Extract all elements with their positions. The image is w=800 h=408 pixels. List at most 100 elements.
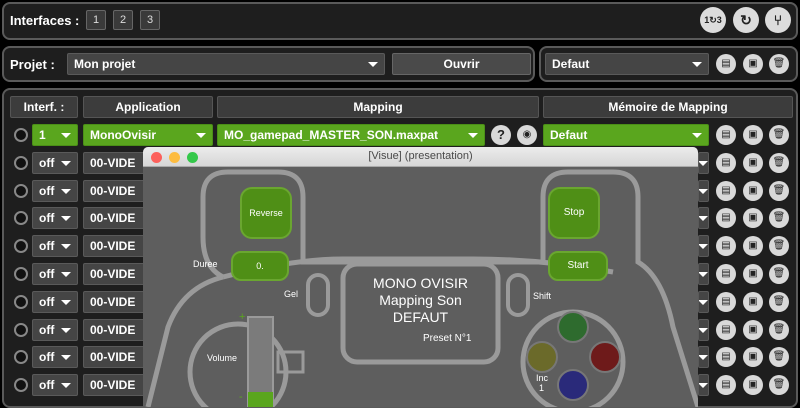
stop-button[interactable]: Stop bbox=[548, 187, 600, 239]
save-as-icon[interactable]: ▤ bbox=[716, 180, 736, 201]
memoire-select[interactable] bbox=[698, 207, 709, 230]
green-face-button[interactable] bbox=[557, 311, 589, 343]
trash-icon[interactable]: 🗑 bbox=[769, 264, 789, 284]
memoire-select[interactable] bbox=[698, 374, 709, 397]
chevron-down-icon bbox=[196, 133, 206, 138]
interf-select[interactable]: off bbox=[32, 207, 78, 230]
memoire-select[interactable] bbox=[698, 235, 709, 258]
gel-label: Gel bbox=[284, 289, 299, 299]
interface-2-button[interactable]: 2 bbox=[113, 10, 133, 30]
save-as-icon[interactable]: ▤ bbox=[716, 54, 736, 74]
row-radio[interactable] bbox=[14, 267, 28, 281]
interf-select[interactable]: off bbox=[32, 151, 78, 174]
memoire-select-value: Defaut bbox=[550, 128, 588, 142]
row-radio[interactable] bbox=[14, 322, 28, 337]
memoire-select[interactable] bbox=[698, 318, 709, 341]
save-icon[interactable]: ▣ bbox=[743, 319, 763, 340]
interf-select-value: off bbox=[39, 294, 55, 309]
blue-face-button[interactable] bbox=[557, 369, 589, 401]
interf-select-value: off bbox=[39, 267, 55, 281]
start-button[interactable]: Start bbox=[548, 251, 608, 281]
interfaces-label: Interfaces : bbox=[10, 13, 80, 28]
interf-select[interactable]: off bbox=[32, 235, 78, 258]
application-select-value: 00-VIDE bbox=[90, 183, 136, 198]
display-text-line1: MONO OVISIR bbox=[373, 275, 468, 291]
window-title: [Visue] (presentation) bbox=[368, 150, 473, 162]
window-titlebar: [Visue] (presentation) bbox=[143, 147, 698, 167]
interf-select-value: off bbox=[39, 183, 55, 198]
ouvrir-button[interactable]: Ouvrir bbox=[392, 53, 531, 75]
mapping-select[interactable]: MO_gamepad_MASTER_SON.maxpat bbox=[217, 124, 485, 146]
memoire-select[interactable] bbox=[698, 290, 709, 313]
eye-icon[interactable]: ◉ bbox=[517, 125, 537, 145]
reverse-button[interactable]: Reverse bbox=[240, 187, 292, 239]
duree-number-box[interactable]: 0. bbox=[231, 251, 289, 281]
application-select[interactable]: MonoOvisir bbox=[83, 124, 213, 146]
save-as-icon[interactable]: ▤ bbox=[716, 152, 736, 173]
interf-select-value: 1 bbox=[39, 128, 46, 142]
memoire-select[interactable] bbox=[698, 346, 709, 369]
refresh-icon[interactable]: ↻ bbox=[733, 7, 759, 33]
projet-select[interactable]: Mon projet bbox=[67, 53, 385, 75]
row-radio[interactable] bbox=[14, 128, 28, 142]
interface-1-button[interactable]: 1 bbox=[86, 10, 106, 30]
save-icon[interactable]: ▣ bbox=[743, 291, 763, 312]
row-radio[interactable] bbox=[14, 294, 28, 309]
trash-icon[interactable]: 🗑 bbox=[769, 319, 789, 340]
interf-select[interactable]: off bbox=[32, 374, 78, 397]
save-as-icon[interactable]: ▤ bbox=[716, 264, 736, 284]
interf-select[interactable]: off bbox=[32, 179, 78, 202]
save-icon[interactable]: ▣ bbox=[743, 54, 763, 74]
header-interf: Interf. : bbox=[10, 96, 78, 118]
fork-icon[interactable]: ⑂ bbox=[765, 7, 791, 33]
refresh-numbers-icon[interactable]: 1↻3 bbox=[700, 7, 726, 33]
chevron-down-icon bbox=[61, 244, 71, 250]
chevron-down-icon bbox=[699, 244, 708, 250]
chevron-down-icon bbox=[61, 327, 71, 333]
save-icon[interactable]: ▣ bbox=[743, 180, 763, 201]
duree-label: Duree bbox=[193, 259, 218, 269]
save-icon[interactable]: ▣ bbox=[743, 264, 763, 284]
trash-icon[interactable]: 🗑 bbox=[769, 125, 789, 145]
interf-select[interactable]: off bbox=[32, 346, 78, 369]
trash-icon[interactable]: 🗑 bbox=[769, 152, 789, 173]
trash-icon[interactable]: 🗑 bbox=[769, 54, 789, 74]
preset-select[interactable]: Defaut bbox=[545, 53, 709, 75]
application-select-value: 00-VIDE bbox=[90, 239, 136, 254]
chevron-down-icon bbox=[468, 133, 478, 138]
red-face-button[interactable] bbox=[589, 341, 621, 373]
interf-select[interactable]: 1 bbox=[32, 124, 78, 146]
chevron-down-icon bbox=[61, 355, 71, 361]
yellow-face-button[interactable] bbox=[526, 341, 558, 373]
application-select-value: 00-VIDE bbox=[90, 155, 136, 170]
chevron-down-icon bbox=[61, 383, 71, 389]
memoire-select[interactable] bbox=[698, 263, 709, 285]
interface-3-button[interactable]: 3 bbox=[140, 10, 160, 30]
save-as-icon[interactable]: ▤ bbox=[716, 319, 736, 340]
row-radio[interactable] bbox=[14, 155, 28, 170]
memoire-select[interactable]: Defaut bbox=[543, 124, 709, 146]
interf-select[interactable]: off bbox=[32, 318, 78, 341]
chevron-down-icon bbox=[699, 355, 708, 361]
save-icon[interactable]: ▣ bbox=[743, 152, 763, 173]
chevron-down-icon bbox=[692, 62, 702, 67]
trash-icon[interactable]: 🗑 bbox=[769, 291, 789, 312]
memoire-select[interactable] bbox=[698, 151, 709, 174]
save-icon[interactable]: ▣ bbox=[743, 125, 763, 145]
memoire-select[interactable] bbox=[698, 179, 709, 202]
save-as-icon[interactable]: ▤ bbox=[716, 125, 736, 145]
row-radio[interactable] bbox=[14, 183, 28, 198]
chevron-down-icon bbox=[61, 272, 71, 277]
chevron-down-icon bbox=[368, 62, 378, 67]
chevron-down-icon bbox=[699, 216, 708, 222]
help-icon[interactable]: ? bbox=[491, 125, 511, 145]
visue-window: [Visue] (presentation) Reverse Stop 0. S… bbox=[143, 147, 698, 407]
interf-select[interactable]: off bbox=[32, 290, 78, 313]
chevron-down-icon bbox=[699, 327, 708, 333]
chevron-down-icon bbox=[61, 133, 71, 138]
trash-icon[interactable]: 🗑 bbox=[769, 180, 789, 201]
interf-select[interactable]: off bbox=[32, 263, 78, 285]
display-text-line2: Mapping Son bbox=[379, 292, 462, 308]
save-as-icon[interactable]: ▤ bbox=[716, 291, 736, 312]
header-memoire: Mémoire de Mapping bbox=[543, 96, 793, 118]
